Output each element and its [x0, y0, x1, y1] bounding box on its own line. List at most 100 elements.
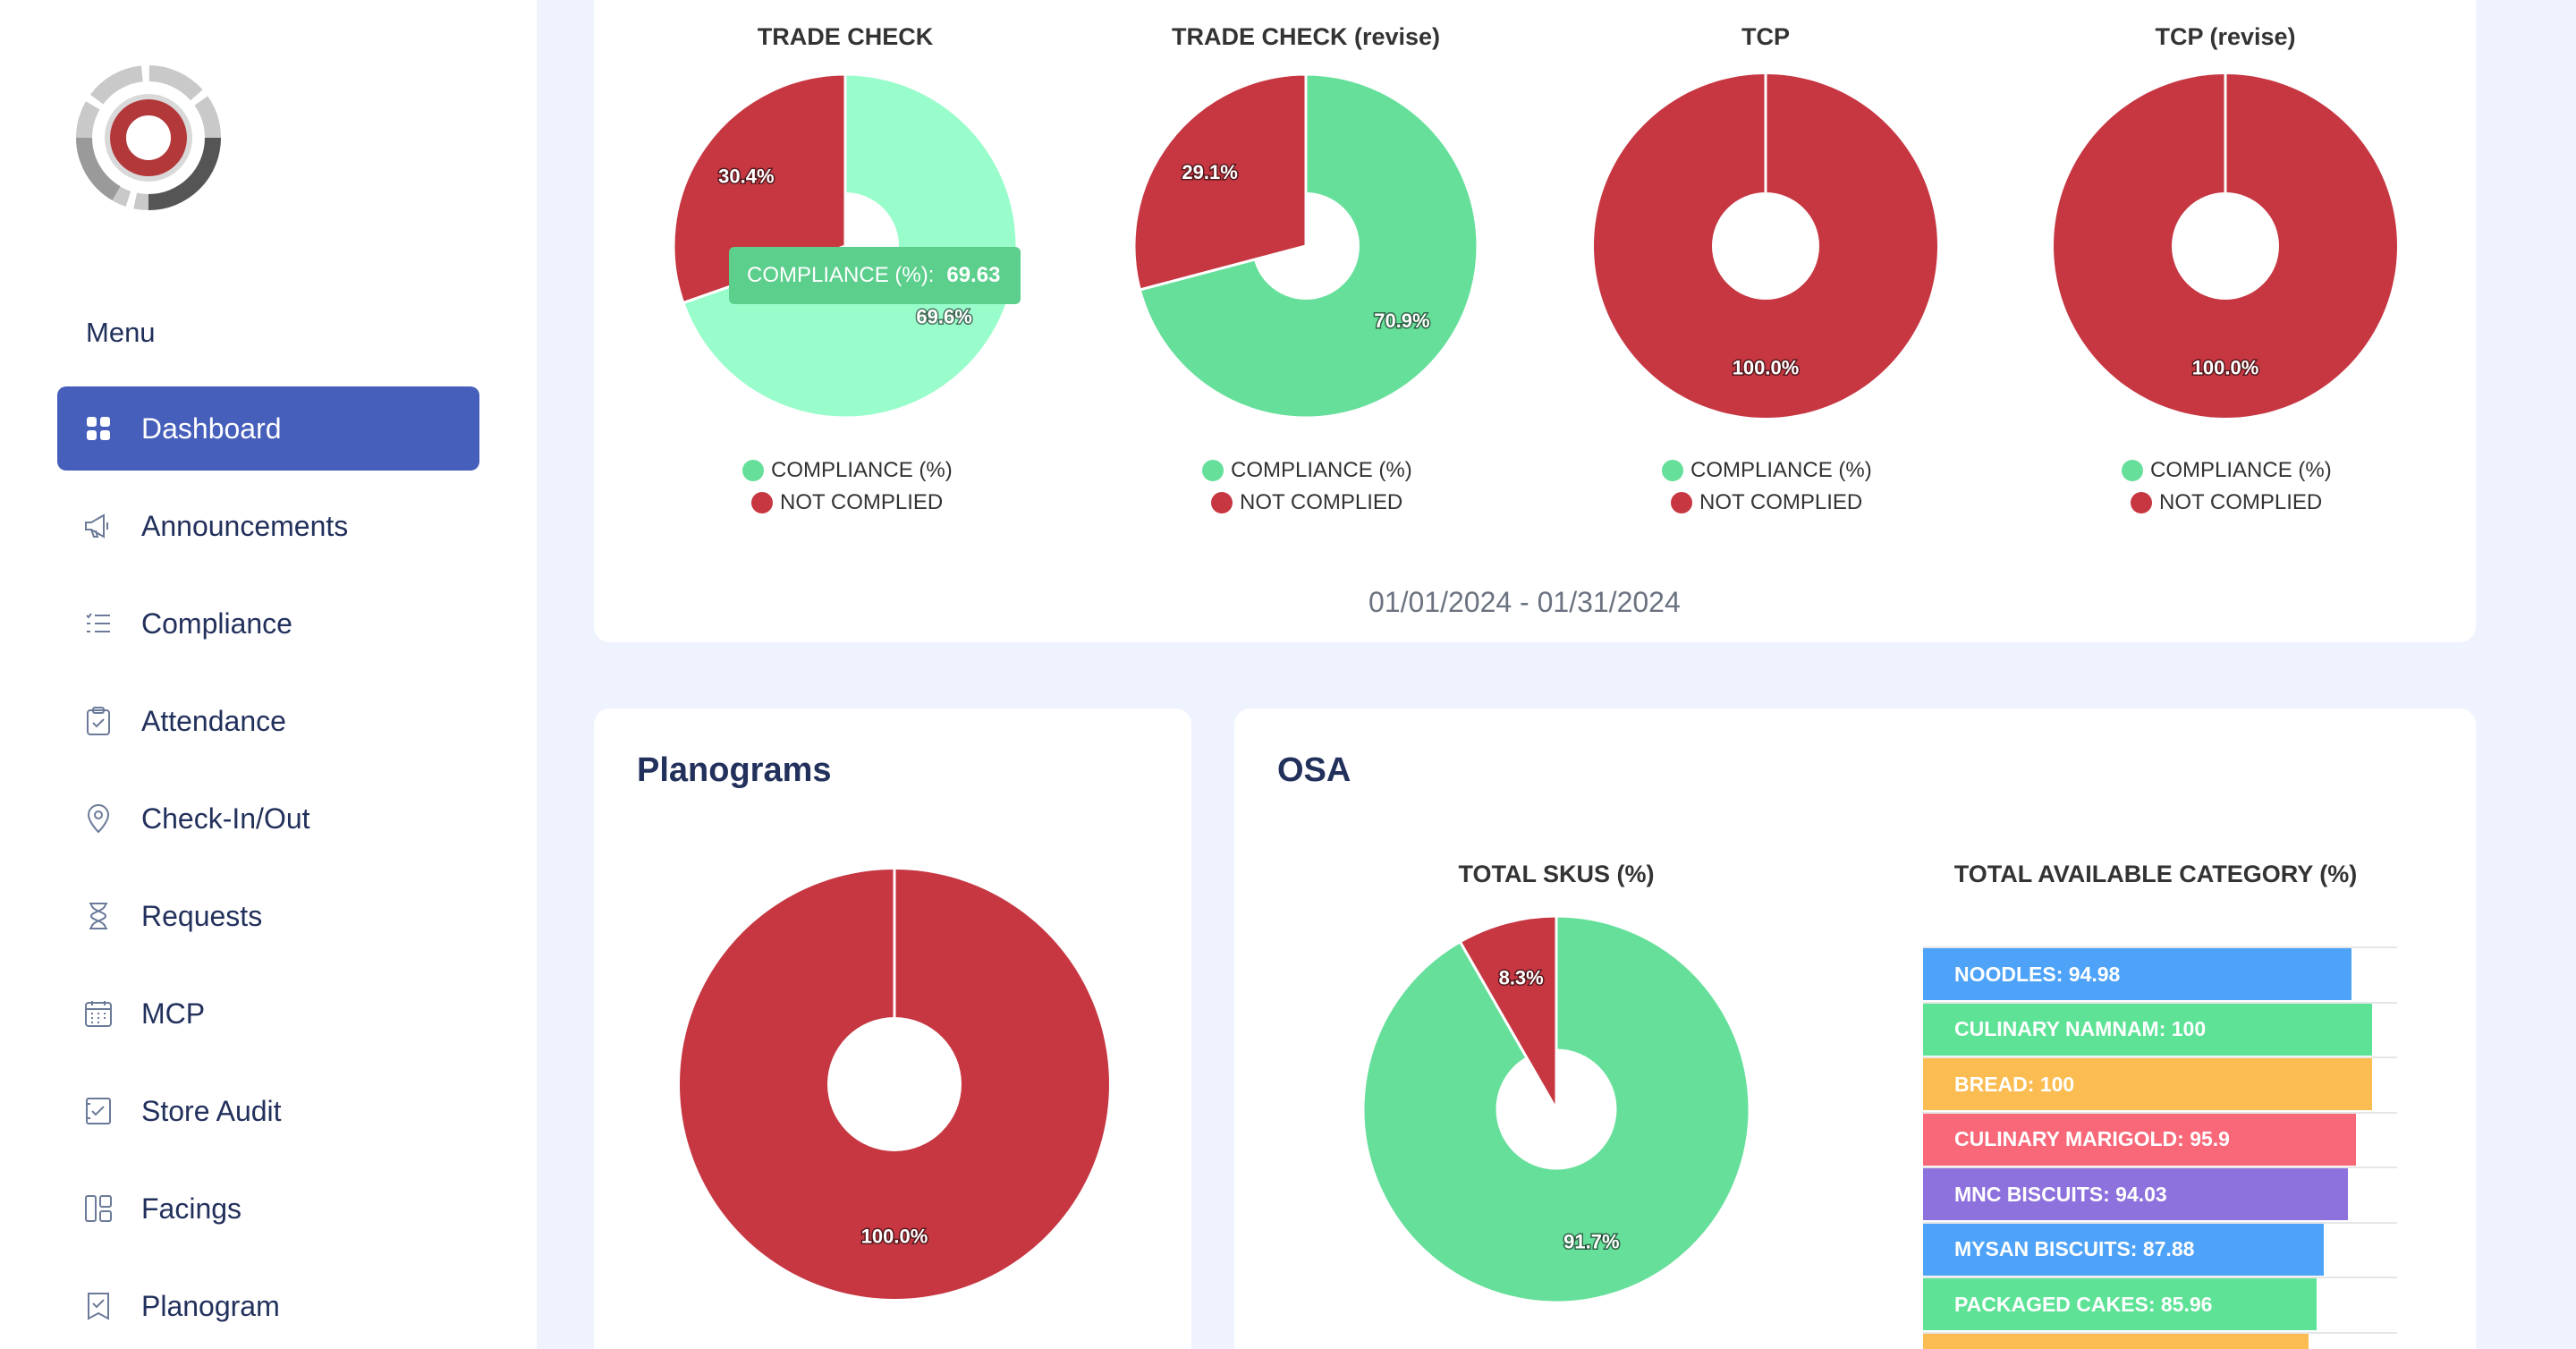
sidebar-item-label: Attendance	[141, 704, 286, 737]
sidebar-nav: Dashboard Announcements Compliance Atten…	[57, 386, 479, 1349]
legend-label: COMPLIANCE (%)	[2150, 458, 2332, 482]
chart-title-total-available-category: TOTAL AVAILABLE CATEGORY (%)	[1953, 861, 2358, 887]
category-bar[interactable]: MYSAN BISCUITS: 87.88	[1923, 1223, 2324, 1276]
legend-item-compliance[interactable]: COMPLIANCE (%)	[1662, 454, 1872, 487]
clipboard-check-icon	[82, 705, 114, 737]
category-bar[interactable]: CULINARY MARIGOLD: 95.9	[1923, 1113, 2356, 1166]
chart-title-tcp-revise: TCP (revise)	[2155, 23, 2296, 50]
legend-dot	[1202, 460, 1224, 481]
sidebar-item-planogram[interactable]: Planogram	[57, 1264, 479, 1348]
donut-hole	[1712, 192, 1819, 300]
sidebar-item-label: Announcements	[141, 509, 349, 542]
planograms-heading: Planograms	[637, 751, 832, 789]
chart-title-total-skus: TOTAL SKUS (%)	[1458, 861, 1655, 887]
category-bar[interactable]: CULINARY NAMNAM: 100	[1923, 1003, 2372, 1056]
chart-title-trade-check-revise: TRADE CHECK (revise)	[1171, 23, 1441, 50]
slice-label: 100.0%	[2192, 357, 2259, 379]
bookmark-check-icon	[82, 1290, 114, 1322]
slice-label: 70.9%	[1374, 310, 1429, 332]
category-bar[interactable]	[1923, 1333, 2309, 1349]
legend-label: COMPLIANCE (%)	[1231, 458, 1412, 482]
layout-icon	[82, 1192, 114, 1225]
legend-tcp-revise: COMPLIANCE (%) NOT COMPLIED	[2122, 454, 2332, 519]
legend-dot	[1671, 492, 1692, 513]
sidebar: Menu Dashboard Announcements Compliance …	[0, 0, 537, 1349]
sidebar-item-announcements[interactable]: Announcements	[57, 484, 479, 568]
legend-tcp: COMPLIANCE (%) NOT COMPLIED	[1662, 454, 1872, 519]
legend-label: COMPLIANCE (%)	[1690, 458, 1872, 482]
location-pin-icon	[82, 802, 114, 835]
tcp-revise-donut-chart[interactable]: 100.0%	[2046, 67, 2404, 425]
total-available-category-bar-chart[interactable]: NOODLES: 94.98 CULINARY NAMNAM: 100 BREAD:…	[1923, 946, 2397, 1349]
legend-item-compliance[interactable]: COMPLIANCE (%)	[742, 454, 953, 487]
date-range: 01/01/2024 - 01/31/2024	[1368, 586, 1681, 618]
legend-trade-check: COMPLIANCE (%) NOT COMPLIED	[742, 454, 953, 519]
donut-hole	[827, 1017, 962, 1151]
sidebar-item-compliance[interactable]: Compliance	[57, 581, 479, 666]
category-bar[interactable]: NOODLES: 94.98	[1923, 948, 2351, 1000]
total-skus-donut-chart[interactable]: 91.7% 8.3%	[1355, 908, 1758, 1311]
legend-trade-check-revise: COMPLIANCE (%) NOT COMPLIED	[1202, 454, 1412, 519]
trade-check-revise-donut-chart[interactable]: 70.9% 29.1%	[1127, 67, 1485, 425]
legend-item-not-complied[interactable]: NOT COMPLIED	[1202, 487, 1412, 519]
tooltip-label: COMPLIANCE (%):	[747, 263, 935, 287]
legend-label: COMPLIANCE (%)	[771, 458, 953, 482]
legend-label: NOT COMPLIED	[780, 490, 944, 514]
sidebar-item-label: Compliance	[141, 607, 292, 640]
slice-label: 100.0%	[861, 1226, 928, 1248]
sidebar-item-label: Planogram	[141, 1289, 280, 1322]
sidebar-item-label: Check-In/Out	[141, 802, 310, 835]
hourglass-icon	[82, 900, 114, 932]
legend-dot	[1211, 492, 1233, 513]
slice-label: 30.4%	[718, 165, 774, 188]
calendar-icon	[82, 997, 114, 1030]
slice-label: 69.6%	[916, 305, 971, 327]
app-logo	[76, 65, 221, 210]
legend-item-not-complied[interactable]: NOT COMPLIED	[742, 487, 953, 519]
sidebar-item-label: MCP	[141, 997, 206, 1030]
slice-label: 91.7%	[1563, 1230, 1619, 1252]
slice-label: 8.3%	[1499, 967, 1544, 989]
sidebar-item-label: Requests	[141, 899, 263, 932]
legend-dot	[1662, 460, 1683, 481]
chart-title-trade-check: TRADE CHECK	[757, 23, 934, 50]
sidebar-item-label: Facings	[141, 1192, 242, 1225]
sidebar-item-facings[interactable]: Facings	[57, 1167, 479, 1251]
legend-dot	[2122, 460, 2143, 481]
osa-heading: OSA	[1277, 751, 1352, 789]
sidebar-item-dashboard[interactable]: Dashboard	[57, 386, 479, 471]
menu-title: Menu	[86, 317, 156, 348]
sidebar-item-check-in-out[interactable]: Check-In/Out	[57, 776, 479, 861]
legend-dot	[751, 492, 773, 513]
planograms-donut-chart[interactable]: 100.0%	[671, 861, 1118, 1308]
category-bar[interactable]: MNC BISCUITS: 94.03	[1923, 1168, 2348, 1220]
legend-dot	[742, 460, 764, 481]
chart-title-tcp: TCP	[1741, 23, 1790, 50]
tooltip-value: 69.63	[946, 263, 1001, 287]
grid-icon	[82, 412, 114, 445]
legend-label: NOT COMPLIED	[2159, 490, 2323, 514]
category-bar[interactable]: PACKAGED CAKES: 85.96	[1923, 1278, 2317, 1330]
megaphone-icon	[82, 510, 114, 542]
trade-check-donut-chart[interactable]: 69.6% 30.4%	[666, 67, 1024, 425]
sidebar-item-attendance[interactable]: Attendance	[57, 679, 479, 763]
legend-item-not-complied[interactable]: NOT COMPLIED	[2122, 487, 2332, 519]
checklist-icon	[82, 607, 114, 640]
slice-label: 100.0%	[1733, 357, 1800, 379]
legend-item-compliance[interactable]: COMPLIANCE (%)	[1202, 454, 1412, 487]
legend-label: NOT COMPLIED	[1240, 490, 1403, 514]
slice-label: 29.1%	[1182, 161, 1237, 183]
legend-item-compliance[interactable]: COMPLIANCE (%)	[2122, 454, 2332, 487]
legend-item-not-complied[interactable]: NOT COMPLIED	[1662, 487, 1872, 519]
legend-dot	[2131, 492, 2152, 513]
category-bar[interactable]: BREAD: 100	[1923, 1058, 2372, 1110]
sidebar-item-requests[interactable]: Requests	[57, 874, 479, 958]
sidebar-item-store-audit[interactable]: Store Audit	[57, 1069, 479, 1153]
chart-tooltip: COMPLIANCE (%): 69.63	[729, 247, 1021, 304]
sidebar-item-label: Dashboard	[141, 411, 282, 445]
donut-hole	[2172, 192, 2279, 300]
sidebar-item-mcp[interactable]: MCP	[57, 971, 479, 1056]
sidebar-item-label: Store Audit	[141, 1094, 282, 1127]
audit-check-icon	[82, 1095, 114, 1127]
tcp-donut-chart[interactable]: 100.0%	[1587, 67, 1945, 425]
